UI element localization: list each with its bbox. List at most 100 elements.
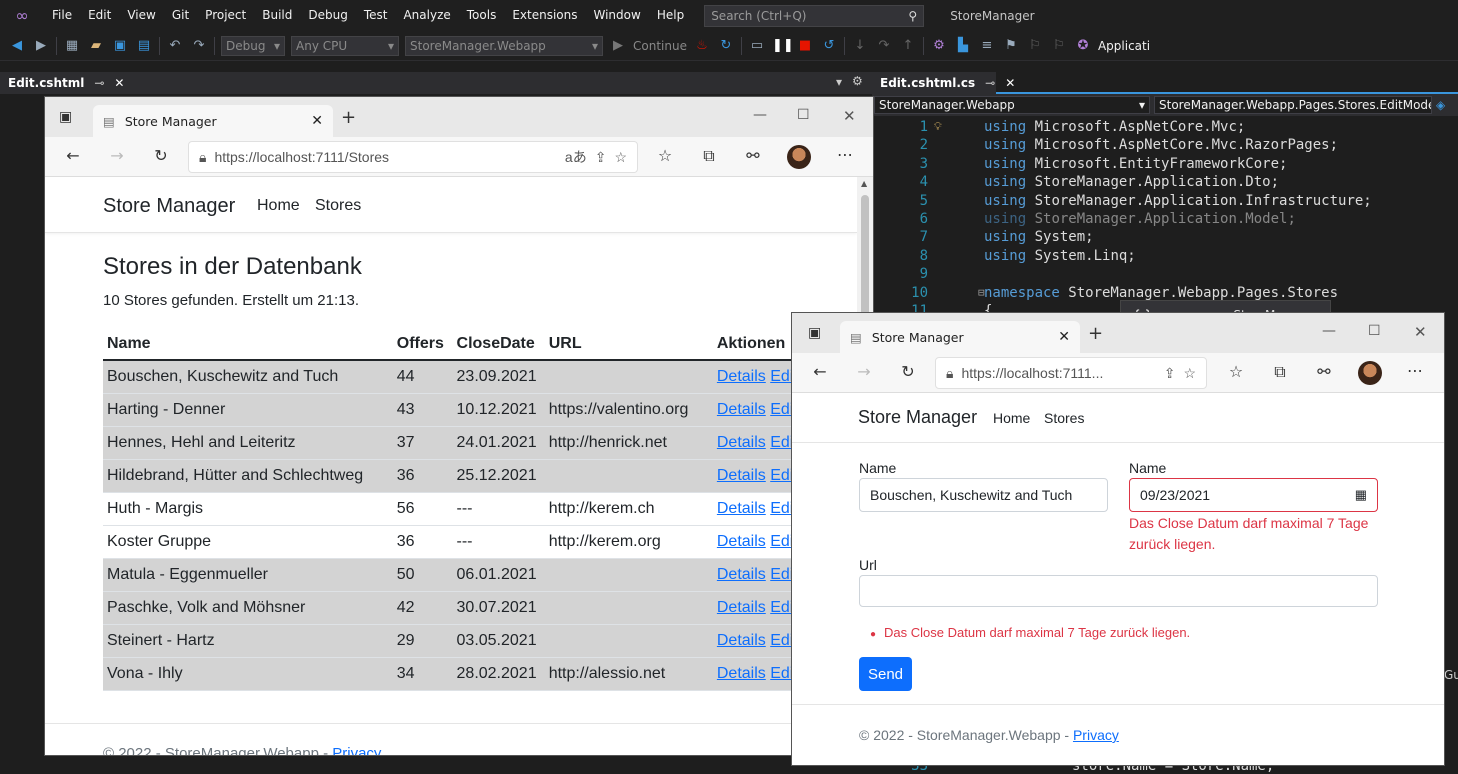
- pause-icon[interactable]: ❚❚: [772, 38, 794, 53]
- diagnostics-icon[interactable]: ⚙: [930, 38, 948, 53]
- platform-select[interactable]: Any CPU ▾: [291, 35, 399, 56]
- nav-home-link[interactable]: Home: [993, 410, 1030, 426]
- minimize-icon[interactable]: —: [753, 107, 767, 123]
- browser-tab[interactable]: ▤ Store Manager ✕: [840, 321, 1080, 353]
- menu-git[interactable]: Git: [164, 0, 197, 31]
- favorites-icon[interactable]: ☆: [1224, 362, 1248, 381]
- open-folder-icon[interactable]: ▰: [87, 38, 105, 53]
- more-menu-icon[interactable]: ⋯: [1403, 361, 1427, 380]
- menu-project[interactable]: Project: [197, 0, 254, 31]
- menu-analyze[interactable]: Analyze: [395, 0, 458, 31]
- restart-debug-icon[interactable]: ↺: [820, 38, 838, 53]
- minimize-icon[interactable]: —: [1322, 323, 1336, 339]
- menu-extensions[interactable]: Extensions: [504, 0, 585, 31]
- settings-gear-icon[interactable]: ⚙: [852, 74, 863, 88]
- collections-icon[interactable]: ⧉: [1268, 362, 1292, 382]
- restart-icon[interactable]: ↻: [717, 38, 735, 53]
- details-link[interactable]: Details: [717, 665, 766, 682]
- maximize-icon[interactable]: ☐: [797, 107, 810, 123]
- window-close-icon[interactable]: ✕: [1414, 323, 1427, 341]
- pin-icon[interactable]: ⊸: [985, 76, 995, 90]
- url-input[interactable]: 🔒︎ https://localhost:7111... ⇪ ☆: [935, 357, 1207, 389]
- tab-edit-cshtml[interactable]: Edit.cshtml ⊸ ✕: [0, 72, 872, 94]
- tab-list-dropdown-icon[interactable]: ▾: [836, 75, 842, 89]
- bookmark-icon[interactable]: ⚑: [1002, 38, 1020, 53]
- privacy-link[interactable]: Privacy: [1073, 727, 1119, 743]
- step-out-icon[interactable]: ↑: [899, 38, 917, 53]
- close-tab-icon[interactable]: ✕: [311, 113, 323, 129]
- details-link[interactable]: Details: [717, 599, 766, 616]
- forward-icon[interactable]: →: [852, 362, 876, 381]
- details-link[interactable]: Details: [717, 533, 766, 550]
- save-all-icon[interactable]: ▤: [135, 38, 153, 53]
- new-tab-icon[interactable]: +: [341, 107, 356, 128]
- project-navigation-select[interactable]: StoreManager.Webapp ▾: [874, 96, 1150, 114]
- refresh-icon[interactable]: ↻: [149, 146, 173, 165]
- new-tab-icon[interactable]: +: [1088, 323, 1103, 344]
- menu-debug[interactable]: Debug: [300, 0, 355, 31]
- favorites-icon[interactable]: ☆: [653, 146, 677, 165]
- name-input[interactable]: Bouschen, Kuschewitz and Tuch: [859, 478, 1108, 512]
- menu-help[interactable]: Help: [649, 0, 692, 31]
- new-project-icon[interactable]: ▦: [63, 38, 81, 53]
- details-link[interactable]: Details: [717, 500, 766, 517]
- redo-icon[interactable]: ↷: [190, 38, 208, 53]
- extensions-icon[interactable]: ⚯: [1312, 362, 1336, 381]
- profile-avatar[interactable]: [787, 145, 811, 169]
- tab-actions-icon[interactable]: ▣: [808, 325, 821, 341]
- menu-edit[interactable]: Edit: [80, 0, 119, 31]
- menu-build[interactable]: Build: [254, 0, 300, 31]
- navbar-brand[interactable]: Store Manager: [858, 407, 977, 428]
- menu-test[interactable]: Test: [356, 0, 396, 31]
- nav-stores-link[interactable]: Stores: [315, 197, 361, 215]
- privacy-link[interactable]: Privacy: [332, 745, 381, 755]
- step-over-icon[interactable]: ↷: [875, 38, 893, 53]
- maximize-icon[interactable]: ☐: [1368, 323, 1381, 339]
- bookmark-next-icon[interactable]: ⚐: [1026, 38, 1044, 53]
- startup-project-select[interactable]: StoreManager.Webapp ▾: [405, 35, 603, 56]
- menu-file[interactable]: File: [44, 0, 80, 31]
- nav-stores-link[interactable]: Stores: [1044, 410, 1084, 426]
- back-icon[interactable]: ←: [61, 146, 85, 165]
- refresh-icon[interactable]: ↻: [896, 362, 920, 381]
- code-area[interactable]: 1 💡︎ using Microsoft.AspNetCore.Mvc; 2 using…: [872, 118, 1458, 320]
- window-close-icon[interactable]: ✕: [843, 107, 856, 125]
- step-into-icon[interactable]: ↓: [851, 38, 869, 53]
- calendar-icon[interactable]: ▦: [1355, 487, 1367, 503]
- tab-edit-cshtml-cs[interactable]: Edit.cshtml.cs ⊸ ✕: [872, 72, 1015, 94]
- close-icon[interactable]: ✕: [1005, 76, 1015, 90]
- tab-actions-icon[interactable]: ▣: [59, 109, 72, 125]
- details-link[interactable]: Details: [717, 401, 766, 418]
- url-input[interactable]: 🔒︎ https://localhost:7111/Stores aあ ⇪ ☆: [188, 141, 638, 173]
- send-button[interactable]: Send: [859, 657, 912, 691]
- add-favorite-icon[interactable]: ☆: [614, 149, 627, 166]
- details-link[interactable]: Details: [717, 467, 766, 484]
- close-icon[interactable]: ✕: [114, 76, 124, 90]
- menu-view[interactable]: View: [119, 0, 163, 31]
- nav-home-link[interactable]: Home: [257, 197, 300, 215]
- menu-tools[interactable]: Tools: [459, 0, 505, 31]
- hot-reload-icon[interactable]: ♨: [693, 38, 711, 53]
- pin-icon[interactable]: ⊸: [94, 76, 104, 90]
- menu-window[interactable]: Window: [586, 0, 649, 31]
- stop-icon[interactable]: ■: [796, 38, 814, 53]
- browser-tab[interactable]: ▤ Store Manager ✕: [93, 105, 333, 137]
- details-link[interactable]: Details: [717, 434, 766, 451]
- navbar-brand[interactable]: Store Manager: [103, 195, 235, 218]
- url-field[interactable]: [859, 575, 1378, 607]
- lightbulb-icon[interactable]: ✪: [1074, 38, 1092, 53]
- read-aloud-icon[interactable]: aあ: [565, 147, 587, 167]
- save-icon[interactable]: ▣: [111, 38, 129, 53]
- add-favorite-icon[interactable]: ☆: [1183, 365, 1196, 382]
- share-icon[interactable]: ⇪: [1164, 365, 1176, 382]
- forward-icon[interactable]: →: [105, 146, 129, 165]
- back-navigate-icon[interactable]: ◀: [8, 38, 26, 53]
- undo-icon[interactable]: ↶: [166, 38, 184, 53]
- bookmark-prev-icon[interactable]: ⚐: [1050, 38, 1068, 53]
- scroll-up-icon[interactable]: ▲: [861, 179, 867, 188]
- details-link[interactable]: Details: [717, 566, 766, 583]
- collections-icon[interactable]: ⧉: [697, 146, 721, 166]
- extensions-icon[interactable]: ⚯: [741, 146, 765, 165]
- share-icon[interactable]: ⇪: [595, 149, 607, 166]
- forward-navigate-icon[interactable]: ▶: [32, 38, 50, 53]
